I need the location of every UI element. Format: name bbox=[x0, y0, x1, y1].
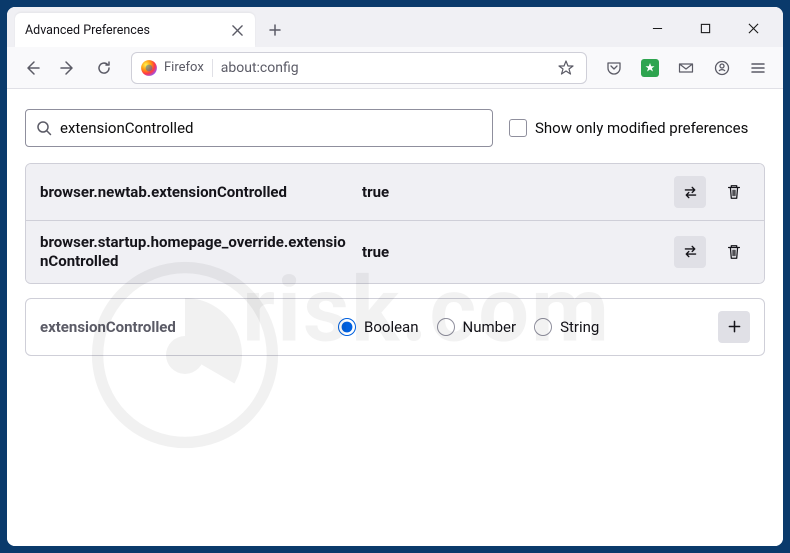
maximize-icon bbox=[700, 23, 711, 34]
account-icon bbox=[714, 60, 730, 76]
type-boolean-label: Boolean bbox=[364, 318, 419, 336]
search-row: Show only modified preferences bbox=[25, 109, 765, 147]
tab-advanced-preferences[interactable]: Advanced Preferences bbox=[15, 13, 255, 47]
minimize-button[interactable] bbox=[635, 14, 679, 44]
close-icon bbox=[232, 25, 243, 36]
add-pref-name: extensionControlled bbox=[40, 318, 320, 336]
delete-button[interactable] bbox=[718, 176, 750, 208]
type-boolean-radio[interactable]: Boolean bbox=[338, 318, 419, 336]
modified-filter[interactable]: Show only modified preferences bbox=[509, 119, 748, 137]
url-text: about:config bbox=[221, 60, 546, 76]
add-pref-block: extensionControlled Boolean Number Strin… bbox=[25, 298, 765, 356]
arrow-right-icon bbox=[60, 60, 76, 76]
plus-icon bbox=[269, 24, 281, 36]
tab-bar: Advanced Preferences bbox=[7, 7, 783, 47]
toggle-button[interactable] bbox=[674, 176, 706, 208]
close-tab-button[interactable] bbox=[229, 22, 245, 38]
url-bar[interactable]: Firefox about:config bbox=[131, 52, 587, 84]
swap-icon bbox=[682, 243, 699, 260]
add-pref-row: extensionControlled Boolean Number Strin… bbox=[26, 299, 764, 355]
toggle-button[interactable] bbox=[674, 236, 706, 268]
account-button[interactable] bbox=[705, 52, 739, 84]
tab-title: Advanced Preferences bbox=[25, 23, 229, 38]
hamburger-icon bbox=[750, 60, 766, 76]
browser-window: Advanced Preferences bbox=[7, 7, 783, 546]
type-string-label: String bbox=[560, 318, 599, 336]
plus-icon bbox=[726, 318, 743, 335]
pref-row: browser.newtab.extensionControlled true bbox=[26, 164, 764, 221]
pref-name: browser.startup.homepage_override.extens… bbox=[40, 233, 350, 271]
identity-box[interactable]: Firefox bbox=[140, 59, 213, 77]
bookmark-button[interactable] bbox=[554, 56, 578, 80]
search-box[interactable] bbox=[25, 109, 493, 147]
close-icon bbox=[748, 23, 759, 34]
type-number-radio[interactable]: Number bbox=[437, 318, 517, 336]
delete-button[interactable] bbox=[718, 236, 750, 268]
radio-input[interactable] bbox=[338, 318, 356, 336]
radio-icon bbox=[437, 318, 455, 336]
back-button[interactable] bbox=[15, 52, 49, 84]
pocket-button[interactable] bbox=[597, 52, 631, 84]
new-tab-button[interactable] bbox=[261, 16, 289, 44]
swap-icon bbox=[682, 184, 699, 201]
forward-button[interactable] bbox=[51, 52, 85, 84]
radio-icon bbox=[534, 318, 552, 336]
trash-icon bbox=[725, 183, 743, 201]
arrow-left-icon bbox=[24, 60, 40, 76]
pocket-icon bbox=[606, 60, 622, 76]
reload-icon bbox=[96, 60, 112, 76]
pref-name: browser.newtab.extensionControlled bbox=[40, 183, 350, 202]
extension-icon bbox=[641, 59, 659, 77]
toolbar: Firefox about:config bbox=[7, 47, 783, 89]
extension-button[interactable] bbox=[633, 52, 667, 84]
app-menu-button[interactable] bbox=[741, 52, 775, 84]
modified-filter-label: Show only modified preferences bbox=[535, 119, 748, 137]
search-input[interactable] bbox=[60, 119, 482, 137]
pref-value: true bbox=[362, 183, 389, 201]
identity-label: Firefox bbox=[164, 60, 204, 75]
mail-button[interactable] bbox=[669, 52, 703, 84]
toolbar-right bbox=[597, 52, 775, 84]
close-window-button[interactable] bbox=[731, 14, 775, 44]
search-icon bbox=[36, 120, 52, 136]
type-string-radio[interactable]: String bbox=[534, 318, 599, 336]
minimize-icon bbox=[652, 23, 663, 34]
add-button[interactable] bbox=[718, 311, 750, 343]
pref-list: browser.newtab.extensionControlled true … bbox=[25, 163, 765, 284]
pref-row: browser.startup.homepage_override.extens… bbox=[26, 221, 764, 283]
checkbox-icon[interactable] bbox=[509, 119, 527, 137]
firefox-logo-icon bbox=[140, 59, 158, 77]
reload-button[interactable] bbox=[87, 52, 121, 84]
type-number-label: Number bbox=[463, 318, 517, 336]
mail-icon bbox=[678, 60, 694, 76]
about-config-content: Show only modified preferences browser.n… bbox=[7, 89, 783, 546]
window-controls bbox=[635, 13, 775, 44]
pref-value: true bbox=[362, 243, 389, 261]
maximize-button[interactable] bbox=[683, 14, 727, 44]
star-icon bbox=[558, 60, 574, 76]
trash-icon bbox=[725, 243, 743, 261]
